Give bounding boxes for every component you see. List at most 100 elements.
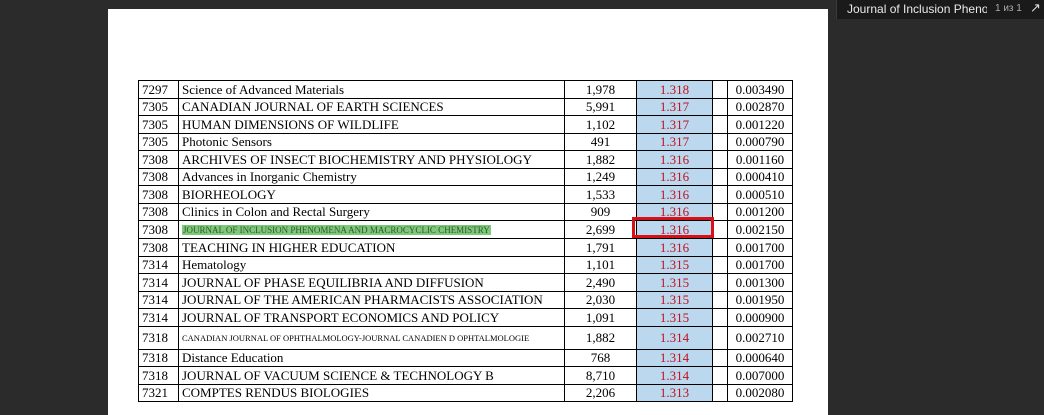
eigenfactor-cell: 0.000640 <box>727 348 793 367</box>
column-gap <box>712 115 728 134</box>
table-row: 7318 CANADIAN JOURNAL OF OPHTHALMOLOGY-JO… <box>138 325 793 350</box>
table-row: 7308 BIORHEOLOGY 1,533 1.316 0.000510 <box>138 185 793 204</box>
impact-factor-cell: 1.315 <box>636 308 713 327</box>
journal-name-cell: JOURNAL OF VACUUM SCIENCE & TECHNOLOGY B <box>178 366 565 385</box>
journal-name-cell: Advances in Inorganic Chemistry <box>178 167 565 186</box>
table-row: 7305 CANADIAN JOURNAL OF EARTH SCIENCES 5,… <box>138 97 793 116</box>
rank-cell: 7305 <box>138 97 179 116</box>
table-row: 7305 Photonic Sensors 491 1.317 0.000790 <box>138 132 793 151</box>
column-gap <box>712 290 728 309</box>
impact-factor-cell: 1.316 <box>636 150 713 169</box>
rank-cell: 7318 <box>138 366 179 385</box>
eigenfactor-cell: 0.002870 <box>727 97 793 116</box>
journal-name-cell: ARCHIVES OF INSECT BIOCHEMISTRY AND PHYS… <box>178 150 565 169</box>
eigenfactor-cell: 0.001700 <box>727 238 793 257</box>
impact-factor-cell: 1.317 <box>636 132 713 151</box>
rank-cell: 7297 <box>138 80 179 99</box>
impact-factor-cell: 1.314 <box>636 366 713 385</box>
table-row: 7321 COMPTES RENDUS BIOLOGIES 2,206 1.313 0.… <box>138 383 793 402</box>
total-cites-cell: 2,206 <box>564 383 637 402</box>
impact-factor-cell: 1.314 <box>636 348 713 367</box>
total-cites-cell: 1,791 <box>564 238 637 257</box>
table-row: 7318 JOURNAL OF VACUUM SCIENCE & TECHNOLO… <box>138 366 793 385</box>
eigenfactor-cell: 0.001220 <box>727 115 793 134</box>
journal-name-cell: HUMAN DIMENSIONS OF WILDLIFE <box>178 115 565 134</box>
impact-factor-cell: 1.316 <box>636 185 713 204</box>
eigenfactor-cell: 0.001700 <box>727 255 793 274</box>
journal-name-cell: CANADIAN JOURNAL OF OPHTHALMOLOGY-JOURNA… <box>178 325 565 350</box>
column-gap <box>712 80 728 99</box>
page-count: 1 из 1 <box>995 3 1022 14</box>
rank-cell: 7314 <box>138 308 179 327</box>
impact-factor-cell: 1.317 <box>636 115 713 134</box>
total-cites-cell: 2,030 <box>564 290 637 309</box>
journal-name-cell: JOURNAL OF THE AMERICAN PHARMACISTS ASSO… <box>178 290 565 309</box>
eigenfactor-cell: 0.000410 <box>727 167 793 186</box>
column-gap <box>712 273 728 292</box>
column-gap <box>712 325 728 350</box>
rank-cell: 7305 <box>138 132 179 151</box>
total-cites-cell: 491 <box>564 132 637 151</box>
rank-cell: 7308 <box>138 185 179 204</box>
table-row: 7318 Distance Education 768 1.314 0.000640 <box>138 348 793 367</box>
eigenfactor-cell: 0.001950 <box>727 290 793 309</box>
column-gap <box>712 348 728 367</box>
journal-name-small: CANADIAN JOURNAL OF OPHTHALMOLOGY-JOURNA… <box>182 333 530 343</box>
impact-factor-cell: 1.315 <box>636 273 713 292</box>
total-cites-cell: 2,490 <box>564 273 637 292</box>
journal-name-cell: Photonic Sensors <box>178 132 565 151</box>
total-cites-cell: 1,882 <box>564 150 637 169</box>
document-tab[interactable]: Journal of Inclusion Phenomena 1 из 1 ↗ <box>836 0 1044 19</box>
rank-cell: 7318 <box>138 325 179 350</box>
impact-factor-cell: 1.314 <box>636 325 713 350</box>
impact-factor-cell: 1.313 <box>636 383 713 402</box>
column-gap <box>712 97 728 116</box>
column-gap <box>712 255 728 274</box>
eigenfactor-cell: 0.007000 <box>727 366 793 385</box>
journal-name-cell: Distance Education <box>178 348 565 367</box>
table-row: 7297 Science of Advanced Materials 1,978 1.… <box>138 80 793 99</box>
impact-factor-highlight-box <box>632 217 714 238</box>
table-row: 7308 TEACHING IN HIGHER EDUCATION 1,791 1.3… <box>138 238 793 257</box>
column-gap <box>712 238 728 257</box>
impact-factor-cell: 1.318 <box>636 80 713 99</box>
column-gap <box>712 132 728 151</box>
rank-cell: 7321 <box>138 383 179 402</box>
column-gap <box>712 366 728 385</box>
eigenfactor-cell: 0.000510 <box>727 185 793 204</box>
journal-name-cell: COMPTES RENDUS BIOLOGIES <box>178 383 565 402</box>
expand-icon[interactable]: ↗ <box>1030 0 1041 16</box>
journal-name-cell: CANADIAN JOURNAL OF EARTH SCIENCES <box>178 97 565 116</box>
table-row: 7314 JOURNAL OF PHASE EQUILIBRIA AND DIFF… <box>138 273 793 292</box>
table-row: 7308 Advances in Inorganic Chemistry 1,249… <box>138 167 793 186</box>
table-row: 7314 Hematology 1,101 1.315 0.001700 <box>138 255 793 274</box>
total-cites-cell: 1,978 <box>564 80 637 99</box>
eigenfactor-cell: 0.000900 <box>727 308 793 327</box>
eigenfactor-cell: 0.002080 <box>727 383 793 402</box>
highlighted-journal-name: JOURNAL OF INCLUSION PHENOMENA AND MACRO… <box>182 225 491 235</box>
total-cites-cell: 1,249 <box>564 167 637 186</box>
column-gap <box>712 167 728 186</box>
eigenfactor-cell: 0.000790 <box>727 132 793 151</box>
journal-name-cell: JOURNAL OF PHASE EQUILIBRIA AND DIFFUSIO… <box>178 273 565 292</box>
journal-name-cell: Clinics in Colon and Rectal Surgery <box>178 202 565 221</box>
impact-factor-cell: 1.316 <box>636 167 713 186</box>
table-row: 7308 ARCHIVES OF INSECT BIOCHEMISTRY AND … <box>138 150 793 169</box>
journal-name-cell: JOURNAL OF TRANSPORT ECONOMICS AND POLIC… <box>178 308 565 327</box>
rank-cell: 7308 <box>138 220 179 239</box>
total-cites-cell: 1,091 <box>564 308 637 327</box>
impact-factor-cell: 1.316 <box>636 238 713 257</box>
impact-factor-cell: 1.315 <box>636 290 713 309</box>
journal-name-cell: BIORHEOLOGY <box>178 185 565 204</box>
column-gap <box>712 150 728 169</box>
journal-ranking-table: 7297 Science of Advanced Materials 1,978 1.… <box>138 80 793 402</box>
column-gap <box>712 185 728 204</box>
rank-cell: 7314 <box>138 273 179 292</box>
eigenfactor-cell: 0.001200 <box>727 202 793 221</box>
total-cites-cell: 1,882 <box>564 325 637 350</box>
rank-cell: 7314 <box>138 290 179 309</box>
pdf-page: 7297 Science of Advanced Materials 1,978 1.… <box>108 9 828 415</box>
rank-cell: 7318 <box>138 348 179 367</box>
rank-cell: 7308 <box>138 167 179 186</box>
eigenfactor-cell: 0.001160 <box>727 150 793 169</box>
